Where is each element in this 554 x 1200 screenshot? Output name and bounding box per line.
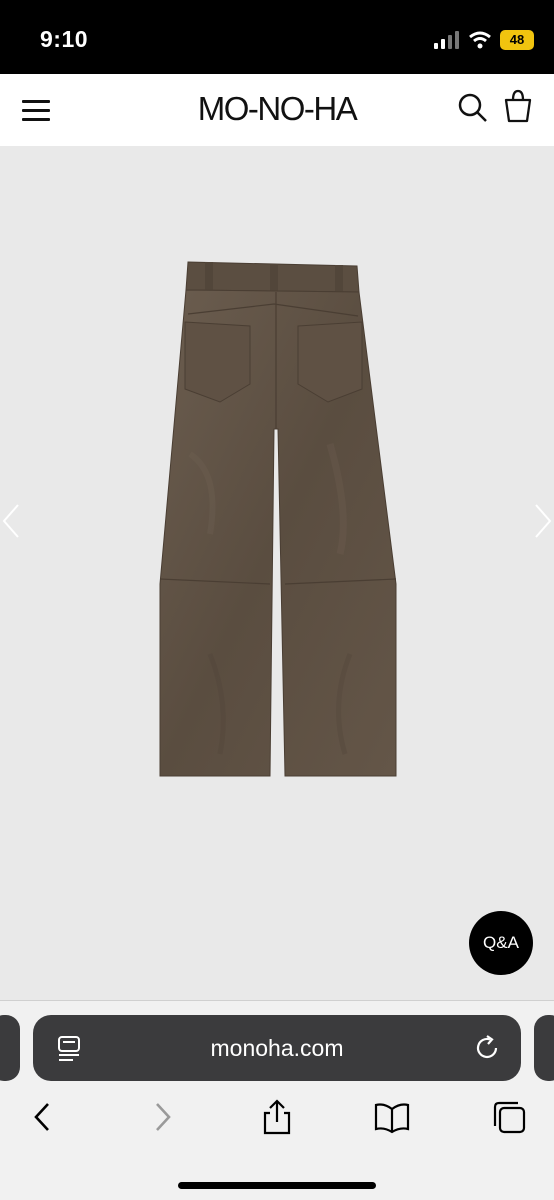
chevron-right-icon[interactable] (532, 501, 554, 541)
product-gallery[interactable]: Q&A (0, 146, 554, 1006)
tabs-icon[interactable] (491, 1099, 527, 1135)
wifi-icon (469, 31, 491, 49)
battery-indicator: 48 (500, 30, 534, 50)
site-header: MO-NO-HA (0, 74, 554, 146)
qa-button[interactable]: Q&A (469, 911, 533, 975)
chevron-left-icon[interactable] (0, 501, 22, 541)
browser-bottom-bar: monoha.com (0, 1000, 554, 1200)
previous-tab-pill[interactable] (0, 1015, 20, 1081)
address-bar[interactable]: monoha.com (33, 1015, 521, 1081)
back-icon[interactable] (26, 1099, 62, 1135)
bookmarks-icon[interactable] (374, 1099, 410, 1135)
bag-icon[interactable] (502, 89, 534, 123)
forward-icon[interactable] (144, 1099, 180, 1135)
home-indicator (178, 1182, 376, 1189)
reload-icon[interactable] (475, 1034, 501, 1062)
status-bar: 9:10 48 (0, 0, 554, 74)
status-indicators: 48 (434, 28, 534, 52)
next-tab-pill[interactable] (534, 1015, 554, 1081)
product-image-suede-pants (159, 261, 397, 777)
url-text[interactable]: monoha.com (33, 1035, 521, 1062)
browser-toolbar (0, 1099, 554, 1139)
signal-icon (434, 31, 459, 49)
status-time: 9:10 (40, 26, 89, 52)
share-icon[interactable] (259, 1099, 295, 1135)
search-icon[interactable] (457, 92, 489, 124)
